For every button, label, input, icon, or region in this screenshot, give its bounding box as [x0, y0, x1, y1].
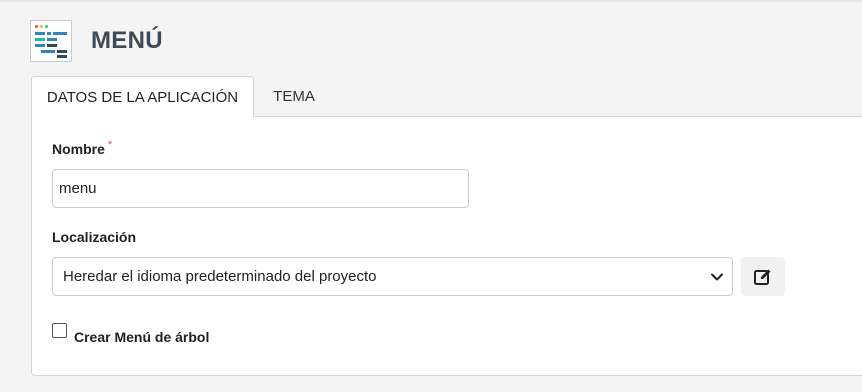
edit-locale-button[interactable]	[741, 257, 785, 296]
page-title: MENÚ	[91, 27, 163, 54]
chevron-down-icon	[711, 273, 723, 281]
tree-menu-label[interactable]: Crear Menú de árbol	[74, 329, 209, 345]
tab-tema[interactable]: TEMA	[254, 76, 334, 116]
page-header: MENÚ	[30, 18, 163, 64]
tab-datos-aplicacion[interactable]: DATOS DE LA APLICACIÓN	[31, 76, 254, 117]
name-input[interactable]: menu	[52, 169, 469, 208]
name-input-value: menu	[59, 180, 97, 197]
name-label: Nombre *	[52, 139, 113, 157]
locale-select[interactable]: Heredar el idioma predeterminado del pro…	[52, 257, 733, 296]
tab-bar: DATOS DE LA APLICACIÓN TEMA	[31, 76, 334, 117]
locale-select-value: Heredar el idioma predeterminado del pro…	[63, 268, 377, 285]
edit-icon	[754, 269, 771, 285]
name-label-text: Nombre	[52, 141, 105, 157]
required-mark: *	[107, 139, 113, 151]
top-border	[0, 0, 862, 2]
tree-menu-checkbox[interactable]	[52, 323, 67, 338]
menu-app-icon	[30, 20, 72, 62]
locale-label: Localización	[52, 229, 137, 245]
